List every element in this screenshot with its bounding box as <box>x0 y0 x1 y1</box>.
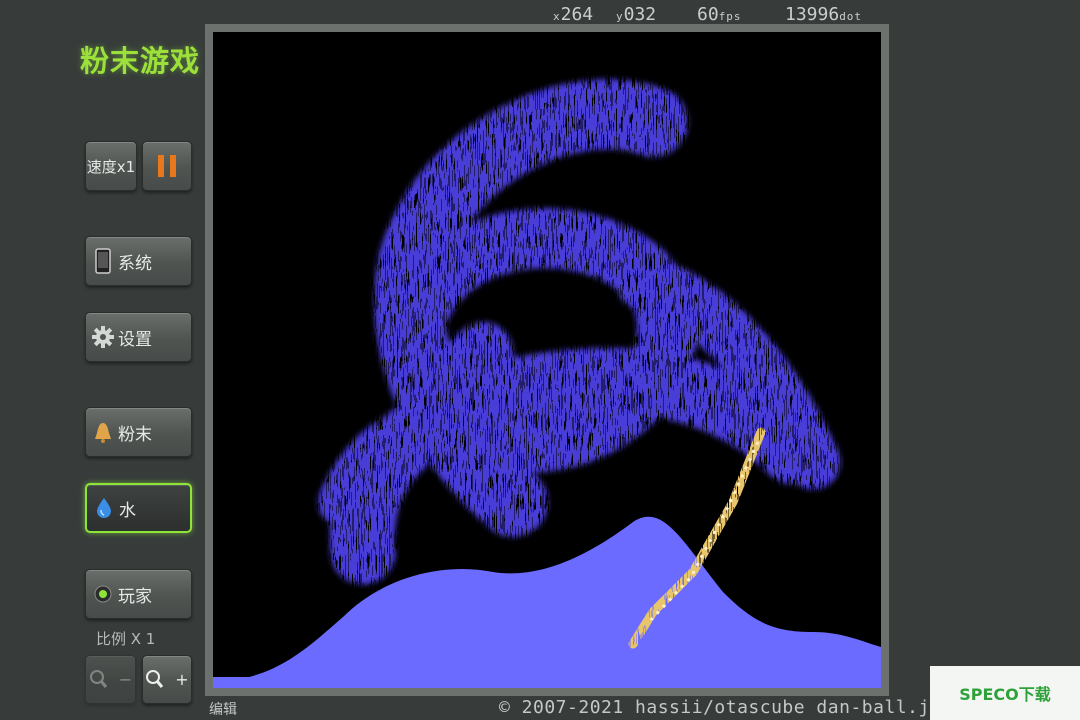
cursor-x-readout: x264 <box>553 4 593 25</box>
zoom-in-symbol: + <box>175 670 189 689</box>
copyright-text: © 2007-2021 hassii/otascube dan-ball.jp <box>499 697 942 718</box>
player-button[interactable]: 玩家 <box>85 569 192 619</box>
powder-button[interactable]: 粉末 <box>85 407 192 457</box>
fps-readout: 60fps <box>697 4 742 25</box>
watermark-logo: SPECO下载 <box>930 666 1080 720</box>
app-title: 粉末游戏 <box>80 44 201 78</box>
phone-icon <box>92 247 114 275</box>
dot-value: 13996 <box>785 4 840 25</box>
speed-label: 速度x1 <box>86 157 136 176</box>
game-canvas[interactable] <box>213 32 881 688</box>
system-button[interactable]: 系统 <box>85 236 192 286</box>
zoom-out-icon <box>89 669 107 688</box>
system-label: 系统 <box>118 253 152 274</box>
watermark-text: SPECO下载 <box>959 685 1051 704</box>
x-label: x <box>553 10 561 23</box>
zoom-in-icon <box>146 669 164 688</box>
water-button[interactable]: 水 <box>85 483 192 533</box>
gear-icon <box>92 323 114 351</box>
zoom-in-button[interactable]: + <box>142 655 192 704</box>
bell-icon <box>92 418 114 446</box>
settings-button[interactable]: 设置 <box>85 312 192 362</box>
player-dot-icon <box>92 580 114 608</box>
y-label: y <box>616 10 624 23</box>
pause-icon <box>158 155 176 177</box>
zoom-out-button[interactable]: − <box>85 655 136 704</box>
y-value: 032 <box>623 4 657 25</box>
settings-label: 设置 <box>118 329 152 350</box>
water-label: 水 <box>119 500 136 521</box>
zoom-out-symbol: − <box>118 670 133 689</box>
pause-button[interactable] <box>142 141 192 191</box>
dot-unit: dot <box>839 10 863 23</box>
dot-count-readout: 13996dot <box>785 4 862 25</box>
powder-simulation-view <box>213 79 881 688</box>
x-value: 264 <box>560 4 594 25</box>
edit-label[interactable]: 编辑 <box>209 699 237 719</box>
scale-label: 比例 X 1 <box>96 630 156 648</box>
game-canvas-frame <box>205 24 889 696</box>
cursor-y-readout: y032 <box>616 4 656 25</box>
fps-unit: fps <box>718 10 742 23</box>
fps-value: 60 <box>697 4 719 25</box>
speed-button[interactable]: 速度x1 <box>85 141 137 191</box>
player-label: 玩家 <box>118 586 152 607</box>
water-drop-icon <box>93 494 115 522</box>
powder-label: 粉末 <box>118 424 152 445</box>
